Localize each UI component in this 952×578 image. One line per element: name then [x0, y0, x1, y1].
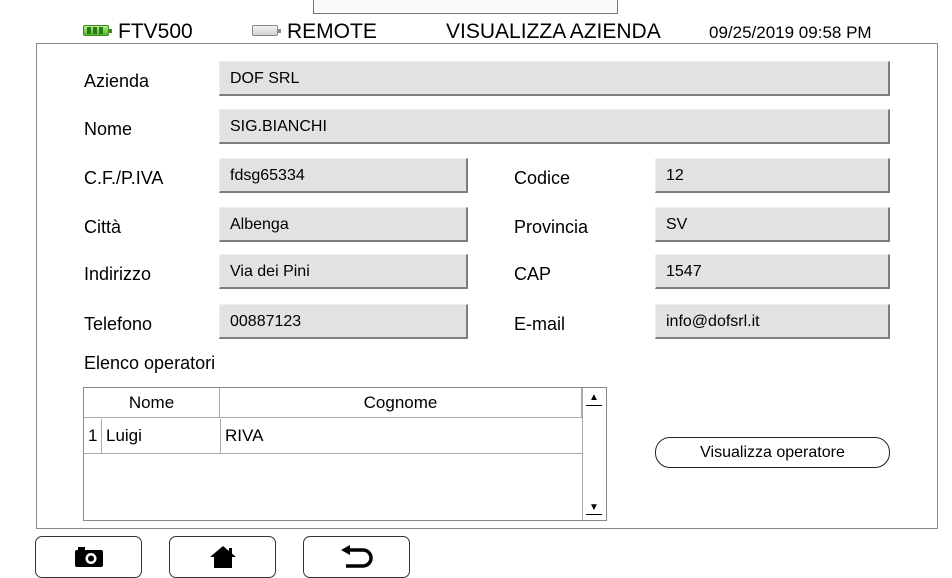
azienda-label: Azienda	[84, 71, 150, 91]
nome-label: Nome	[84, 119, 133, 139]
cap-field[interactable]: 1547	[655, 254, 890, 289]
indirizzo-field[interactable]: Via dei Pini	[219, 254, 468, 289]
mode-label: REMOTE	[287, 20, 377, 43]
table-row[interactable]: 1 Luigi RIVA	[84, 419, 582, 454]
table-scrollbar[interactable]: ▲ ▼	[582, 388, 606, 520]
email-label: E-mail	[514, 314, 566, 334]
home-button[interactable]	[169, 536, 276, 578]
codice-field[interactable]: 12	[655, 158, 890, 193]
telefono-label: Telefono	[84, 314, 153, 334]
column-header-cognome[interactable]: Cognome	[220, 388, 582, 418]
codice-label: Codice	[514, 168, 571, 188]
row-index: 1	[88, 419, 102, 453]
battery-full-icon	[83, 25, 112, 36]
arrow-down-icon[interactable]: ▼	[586, 501, 602, 515]
cf-piva-field[interactable]: fdsg65334	[219, 158, 468, 193]
datetime: 09/25/2019 09:58 PM	[709, 23, 872, 42]
cf-piva-label: C.F./P.IVA	[84, 168, 164, 188]
top-strip	[313, 0, 618, 14]
azienda-field[interactable]: DOF SRL	[219, 61, 890, 96]
telefono-field[interactable]: 00887123	[219, 304, 468, 339]
provincia-label: Provincia	[514, 217, 589, 237]
operators-table[interactable]: Nome Cognome 1 Luigi RIVA ▲ ▼	[83, 387, 607, 521]
citta-field[interactable]: Albenga	[219, 207, 468, 242]
cap-label: CAP	[514, 264, 552, 284]
camera-button[interactable]	[35, 536, 142, 578]
back-button[interactable]	[303, 536, 410, 578]
column-header-nome[interactable]: Nome	[84, 388, 220, 418]
provincia-field[interactable]: SV	[655, 207, 890, 242]
row-nome: Luigi	[106, 426, 142, 445]
operators-title: Elenco operatori	[84, 353, 216, 373]
citta-label: Città	[84, 217, 122, 237]
email-field[interactable]: info@dofsrl.it	[655, 304, 890, 339]
column-divider	[220, 419, 221, 453]
battery-empty-icon	[252, 25, 281, 36]
nome-field[interactable]: SIG.BIANCHI	[219, 109, 890, 144]
indirizzo-label: Indirizzo	[84, 264, 152, 284]
screen-title: VISUALIZZA AZIENDA	[446, 20, 661, 43]
view-operator-button[interactable]: Visualizza operatore	[655, 437, 890, 468]
row-cognome: RIVA	[225, 426, 264, 445]
device-name: FTV500	[118, 20, 193, 43]
arrow-up-icon[interactable]: ▲	[586, 391, 602, 406]
home-icon	[209, 546, 236, 568]
back-icon	[340, 545, 373, 568]
camera-icon	[74, 547, 103, 567]
